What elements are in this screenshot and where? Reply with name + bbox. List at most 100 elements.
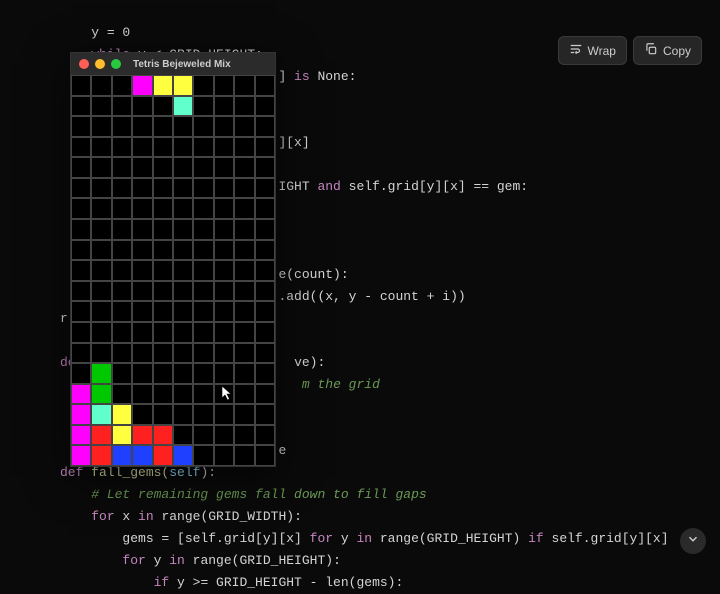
code-line: # Let remaining gems fall down to fill g… [60, 487, 427, 502]
grid-cell [112, 384, 132, 405]
grid-cell [234, 445, 254, 466]
code-line: if y >= GRID_HEIGHT - len(gems): [60, 575, 403, 590]
grid-cell [153, 343, 173, 364]
wrap-button[interactable]: Wrap [558, 36, 627, 65]
grid-cell [173, 178, 193, 199]
grid-cell [255, 219, 275, 240]
grid-cell [173, 425, 193, 446]
grid-cell [91, 343, 111, 364]
titlebar[interactable]: Tetris Bejeweled Mix [71, 53, 275, 75]
grid-cell [112, 137, 132, 158]
grid-cell [153, 75, 173, 96]
grid-cell [112, 404, 132, 425]
game-grid [71, 75, 275, 466]
grid-cell [132, 281, 152, 302]
code-line: for x in range(GRID_WIDTH): [60, 509, 302, 524]
code-line: gems = [self.grid[y][x] for y in range(G… [60, 531, 669, 546]
grid-cell [71, 96, 91, 117]
grid-cell [71, 75, 91, 96]
grid-cell [214, 281, 234, 302]
grid-cell [112, 322, 132, 343]
grid-cell [193, 240, 213, 261]
grid-cell [71, 178, 91, 199]
grid-cell [153, 219, 173, 240]
minimize-icon[interactable] [95, 59, 105, 69]
grid-cell [193, 157, 213, 178]
grid-cell [132, 425, 152, 446]
grid-cell [214, 198, 234, 219]
grid-cell [91, 445, 111, 466]
grid-cell [153, 198, 173, 219]
grid-cell [112, 343, 132, 364]
scroll-down-button[interactable] [680, 528, 706, 554]
grid-cell [255, 363, 275, 384]
grid-cell [153, 445, 173, 466]
grid-cell [132, 384, 152, 405]
grid-cell [132, 178, 152, 199]
grid-cell [112, 281, 132, 302]
grid-cell [234, 384, 254, 405]
close-icon[interactable] [79, 59, 89, 69]
grid-cell [234, 240, 254, 261]
grid-cell [214, 404, 234, 425]
grid-cell [153, 363, 173, 384]
grid-cell [214, 157, 234, 178]
chevron-down-icon [686, 532, 700, 550]
code-line [60, 223, 68, 238]
grid-cell [71, 116, 91, 137]
grid-cell [153, 157, 173, 178]
grid-cell [173, 343, 193, 364]
grid-cell [173, 116, 193, 137]
grid-cell [153, 281, 173, 302]
grid-cell [255, 137, 275, 158]
grid-cell [214, 116, 234, 137]
grid-cell [153, 301, 173, 322]
grid-cell [234, 198, 254, 219]
grid-cell [91, 281, 111, 302]
grid-cell [91, 137, 111, 158]
code-line: def fall_gems(self): [60, 465, 216, 480]
grid-cell [193, 96, 213, 117]
grid-cell [214, 363, 234, 384]
grid-cell [132, 301, 152, 322]
grid-cell [234, 343, 254, 364]
grid-cell [234, 116, 254, 137]
grid-cell [132, 96, 152, 117]
grid-cell [234, 96, 254, 117]
grid-cell [91, 178, 111, 199]
grid-cell [214, 240, 234, 261]
grid-cell [112, 219, 132, 240]
grid-cell [71, 363, 91, 384]
grid-cell [71, 198, 91, 219]
grid-cell [71, 445, 91, 466]
grid-cell [234, 363, 254, 384]
grid-cell [153, 137, 173, 158]
grid-cell [91, 322, 111, 343]
code-toolbar: Wrap Copy [558, 36, 702, 65]
grid-cell [112, 240, 132, 261]
grid-cell [173, 157, 193, 178]
grid-cell [153, 322, 173, 343]
grid-cell [91, 198, 111, 219]
grid-cell [214, 343, 234, 364]
grid-cell [112, 363, 132, 384]
grid-cell [255, 343, 275, 364]
grid-cell [214, 260, 234, 281]
window-title: Tetris Bejeweled Mix [133, 59, 231, 70]
grid-cell [234, 404, 254, 425]
grid-cell [214, 445, 234, 466]
grid-cell [91, 260, 111, 281]
grid-cell [255, 425, 275, 446]
grid-cell [255, 198, 275, 219]
code-line [60, 113, 68, 128]
grid-cell [132, 219, 152, 240]
grid-cell [112, 75, 132, 96]
code-line [60, 91, 68, 106]
grid-cell [173, 384, 193, 405]
copy-icon [644, 42, 658, 59]
maximize-icon[interactable] [111, 59, 121, 69]
copy-button[interactable]: Copy [633, 36, 702, 65]
grid-cell [234, 281, 254, 302]
game-window[interactable]: Tetris Bejeweled Mix [70, 52, 276, 467]
grid-cell [214, 301, 234, 322]
